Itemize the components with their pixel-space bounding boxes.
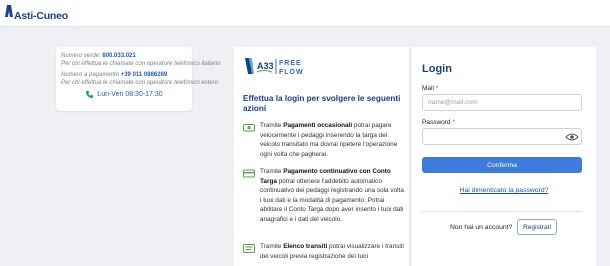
opening-hours-text: Lun-Ven 08:30-17:30 — [97, 91, 163, 98]
green-number-note: Per chi effettua le chiamate con operato… — [61, 61, 221, 67]
paid-number[interactable]: +39 011 0886269 — [121, 72, 168, 78]
logo-text: Asti-Cuneo — [14, 10, 68, 22]
login-title: Login — [422, 63, 452, 75]
a33-code: A33 — [257, 61, 274, 71]
info-panel: A33 FREE FLOW Effettua la login per svol… — [234, 47, 409, 266]
flow-word: FLOW — [279, 69, 304, 76]
password-input[interactable] — [422, 128, 582, 145]
top-bar: Asti-Cuneo — [0, 0, 610, 27]
contact-card: Numero verde: 800.033.021 Per chi effett… — [56, 47, 221, 111]
green-number[interactable]: 800.033.021 — [102, 53, 135, 59]
card-icon — [243, 169, 255, 178]
list-icon — [243, 244, 255, 253]
cash-icon — [243, 124, 255, 132]
green-number-label: Numero verde: — [61, 53, 101, 59]
no-account-text: Non hai un account? — [450, 224, 513, 231]
free-word: FREE — [279, 60, 302, 67]
mail-input[interactable] — [422, 94, 582, 111]
confirm-button[interactable]: Conferma — [422, 157, 582, 173]
opening-hours: Lun-Ven 08:30-17:30 — [61, 90, 187, 99]
info-title: Effettua la login per svolgere le seguen… — [243, 94, 401, 113]
login-panel: Login Mail * Password * Conferma Hai dim… — [410, 47, 596, 266]
forgot-password-link[interactable]: Hai dimenticato la password? — [411, 187, 597, 194]
phone-icon — [86, 90, 94, 99]
a33-free-flow-logo: A33 FREE FLOW — [245, 58, 304, 76]
paid-number-note: Per chi effettua le chiamate con operato… — [61, 80, 219, 86]
password-label: Password * — [422, 119, 455, 126]
divider — [422, 211, 582, 212]
asti-cuneo-logo-mark-icon — [5, 5, 13, 17]
feature-title: Elenco transiti — [283, 243, 328, 250]
show-password-icon[interactable] — [565, 132, 579, 142]
feature-title: Pagamenti occasionali — [283, 122, 353, 129]
mail-label: Mail * — [422, 85, 439, 92]
register-button[interactable]: Registrati — [517, 219, 557, 235]
paid-number-label: Numero a pagamento — [61, 72, 120, 78]
